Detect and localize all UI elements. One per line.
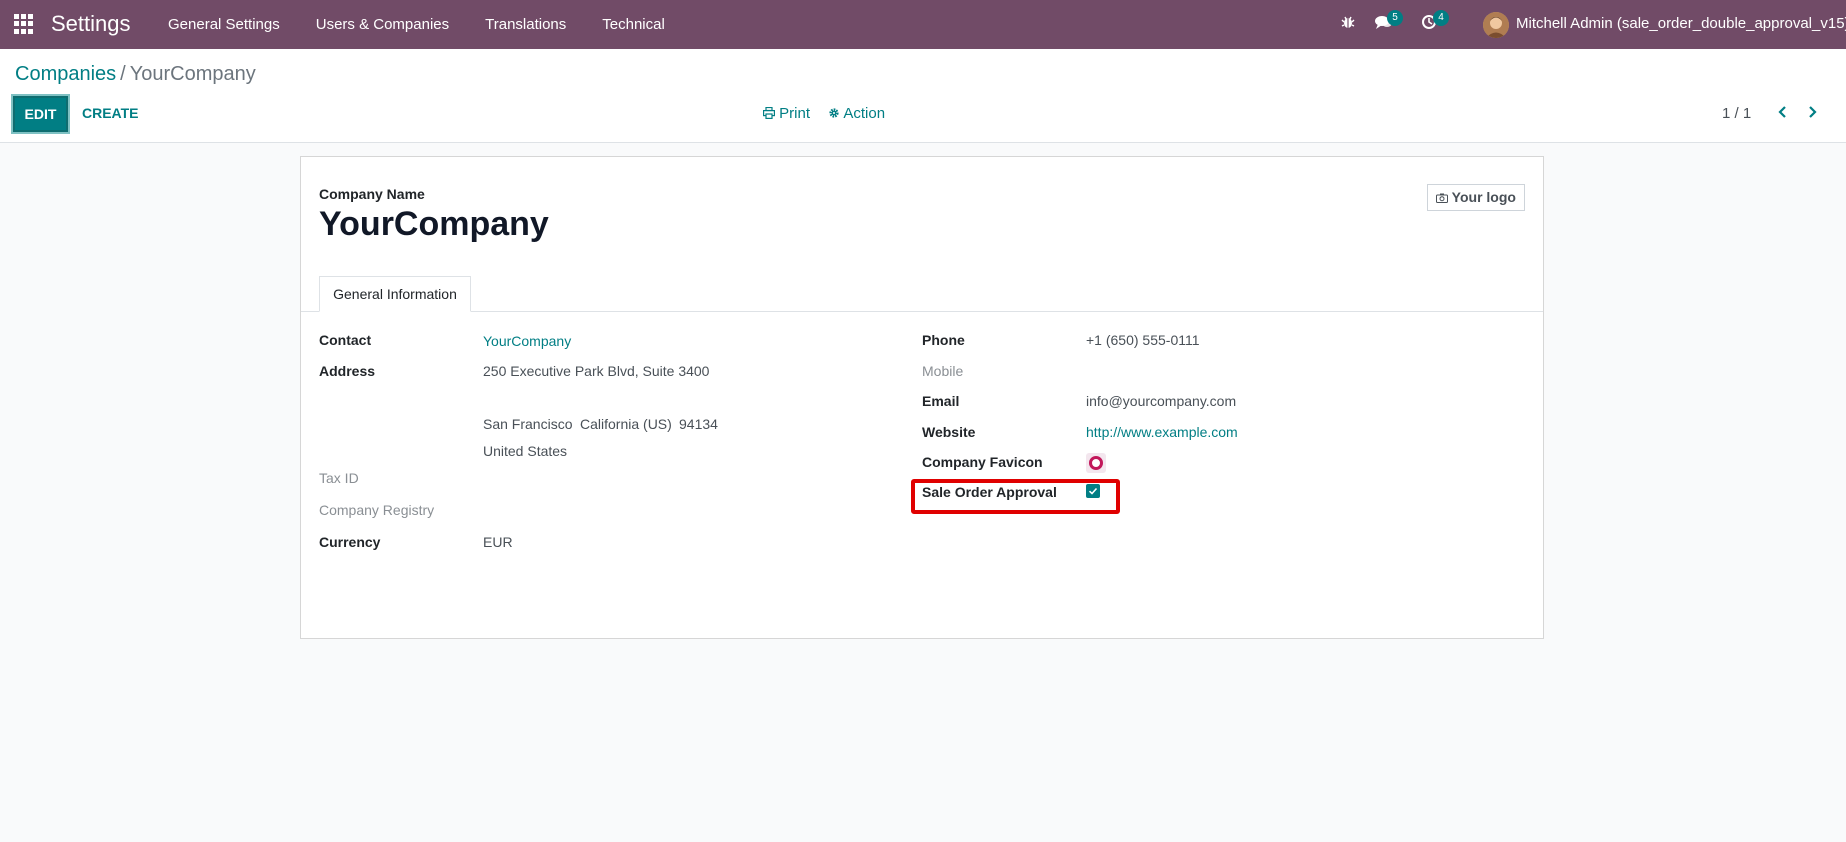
gear-icon bbox=[829, 108, 839, 118]
camera-icon bbox=[1436, 193, 1449, 203]
highlight-box bbox=[911, 479, 1120, 514]
currency-label: Currency bbox=[319, 534, 381, 550]
address-city: San Francisco bbox=[483, 416, 573, 432]
main-menu: General Settings Users & Companies Trans… bbox=[150, 0, 683, 49]
printer-icon bbox=[763, 106, 776, 120]
mobile-label: Mobile bbox=[922, 363, 964, 379]
breadcrumb: Companies / YourCompany bbox=[15, 63, 256, 86]
control-panel: Companies / YourCompany EDIT CREATE Print … bbox=[0, 49, 1846, 143]
breadcrumb-companies-link[interactable]: Companies bbox=[15, 63, 116, 85]
form-sheet: Company Name YourCompany Your logo Gener… bbox=[300, 156, 1544, 639]
email-value: info@yourcompany.com bbox=[1086, 393, 1237, 409]
menu-users-companies[interactable]: Users & Companies bbox=[298, 0, 467, 49]
print-button[interactable]: Print bbox=[763, 105, 810, 122]
messaging-chat-icon[interactable]: 5 bbox=[1375, 10, 1403, 34]
breadcrumb-separator: / bbox=[120, 63, 126, 85]
chevron-right-icon bbox=[1809, 106, 1817, 118]
menu-translations[interactable]: Translations bbox=[467, 0, 584, 49]
menu-technical[interactable]: Technical bbox=[584, 0, 683, 49]
logo-upload-button[interactable]: Your logo bbox=[1427, 184, 1525, 211]
website-label: Website bbox=[922, 424, 976, 440]
address-state: California (US) bbox=[580, 416, 672, 432]
contact-label: Contact bbox=[319, 332, 372, 348]
pager-value[interactable]: 1 / 1 bbox=[1722, 105, 1751, 122]
create-button[interactable]: CREATE bbox=[82, 105, 139, 121]
tax-id-label: Tax ID bbox=[319, 470, 359, 486]
breadcrumb-current: YourCompany bbox=[129, 63, 256, 85]
phone-label: Phone bbox=[922, 332, 965, 348]
user-name[interactable]: Mitchell Admin (sale_order_double_approv… bbox=[1516, 15, 1846, 32]
address-country: United States bbox=[483, 443, 568, 459]
top-navbar: Settings General Settings Users & Compan… bbox=[0, 0, 1846, 49]
chevron-left-icon bbox=[1778, 106, 1786, 118]
address-label: Address bbox=[319, 363, 376, 379]
currency-value: EUR bbox=[483, 534, 513, 550]
tab-divider bbox=[301, 311, 1543, 312]
apps-menu-icon[interactable] bbox=[14, 14, 34, 34]
contact-link[interactable]: YourCompany bbox=[483, 333, 571, 349]
edit-button[interactable]: EDIT bbox=[13, 96, 68, 132]
company-registry-label: Company Registry bbox=[319, 502, 435, 518]
activities-count-badge: 4 bbox=[1433, 10, 1449, 26]
favicon-image bbox=[1086, 453, 1106, 473]
phone-value: +1 (650) 555-0111 bbox=[1086, 332, 1200, 348]
activity-clock-icon[interactable]: 4 bbox=[1421, 10, 1449, 34]
menu-general-settings[interactable]: General Settings bbox=[150, 0, 298, 49]
action-button[interactable]: Action bbox=[828, 105, 885, 122]
tab-general-information[interactable]: General Information bbox=[319, 276, 471, 312]
print-label: Print bbox=[779, 105, 811, 122]
address-zip: 94134 bbox=[679, 416, 718, 432]
messages-count-badge: 5 bbox=[1387, 10, 1403, 26]
website-link[interactable]: http://www.example.com bbox=[1086, 424, 1238, 440]
app-title[interactable]: Settings bbox=[51, 11, 131, 37]
company-name-field: YourCompany bbox=[319, 205, 549, 243]
user-avatar[interactable] bbox=[1483, 12, 1509, 38]
email-label: Email bbox=[922, 393, 960, 409]
action-label: Action bbox=[843, 105, 886, 122]
company-favicon-label: Company Favicon bbox=[922, 454, 1043, 470]
company-name-label: Company Name bbox=[319, 186, 425, 202]
debug-bug-icon[interactable] bbox=[1340, 14, 1360, 34]
pager-next-button[interactable] bbox=[1804, 104, 1820, 120]
logo-button-label: Your logo bbox=[1451, 189, 1516, 205]
address-street: 250 Executive Park Blvd, Suite 3400 bbox=[483, 363, 710, 379]
pager-previous-button[interactable] bbox=[1775, 104, 1791, 120]
